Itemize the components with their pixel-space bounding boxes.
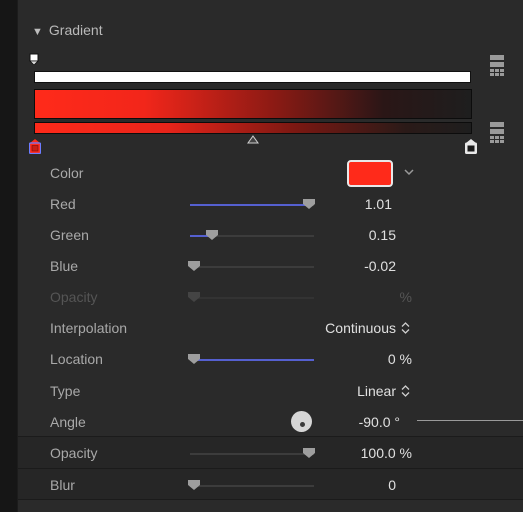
row-divider xyxy=(18,499,523,500)
angle-dial[interactable] xyxy=(291,411,312,432)
blur-row-band xyxy=(18,469,523,499)
location-label: Location xyxy=(50,351,103,367)
type-label: Type xyxy=(50,383,81,399)
green-label: Green xyxy=(50,227,89,243)
interpolation-popup[interactable]: Continuous xyxy=(286,320,396,336)
blur-slider-track[interactable] xyxy=(190,485,314,487)
color-stop-red-marker[interactable] xyxy=(29,139,41,154)
interpolation-label: Interpolation xyxy=(50,320,128,336)
blur-label: Blur xyxy=(50,477,75,493)
blur-value[interactable]: 0 xyxy=(348,477,396,493)
blue-slider-track[interactable] xyxy=(190,266,314,268)
row-divider xyxy=(18,436,523,437)
color-label: Color xyxy=(50,165,84,181)
opacity-label: Opacity xyxy=(50,445,98,461)
gradient-inspector-panel: ▼ Gradient Color Red 1.01 Green 0.15 Blu… xyxy=(17,0,523,512)
opacity-value[interactable]: 100.0 % xyxy=(318,445,412,461)
color-stop-black-marker[interactable] xyxy=(465,139,477,154)
opacity-stop-marker[interactable] xyxy=(29,53,39,65)
stop-opacity-value: % xyxy=(399,289,412,305)
green-value[interactable]: 0.15 xyxy=(318,227,396,243)
angle-label: Angle xyxy=(50,414,86,430)
color-swatch[interactable] xyxy=(347,160,393,187)
angle-value[interactable]: -90.0 ° xyxy=(328,414,400,430)
color-gradient-bar[interactable] xyxy=(34,122,472,134)
green-slider-thumb[interactable] xyxy=(206,230,218,240)
location-slider-thumb[interactable] xyxy=(188,354,200,364)
angle-keyframe-line xyxy=(417,420,523,421)
blue-label: Blue xyxy=(50,258,79,274)
red-slider-fill xyxy=(190,204,308,206)
red-slider-thumb[interactable] xyxy=(303,199,315,209)
red-label: Red xyxy=(50,196,76,212)
blur-slider-thumb[interactable] xyxy=(188,480,200,490)
up-down-arrows-icon[interactable] xyxy=(401,385,410,397)
opacity-slider-track[interactable] xyxy=(190,453,314,455)
blue-value[interactable]: -0.02 xyxy=(318,258,396,274)
gradient-preview xyxy=(34,89,472,119)
up-down-arrows-icon[interactable] xyxy=(401,322,410,334)
stop-opacity-label: Opacity xyxy=(50,289,98,305)
location-slider-fill xyxy=(194,359,314,361)
gradient-section-header[interactable]: ▼ Gradient xyxy=(32,22,103,38)
opacity-gradient-bar[interactable] xyxy=(34,71,471,83)
type-popup[interactable]: Linear xyxy=(318,383,396,399)
gradient-presets-icon[interactable] xyxy=(489,55,505,77)
blue-slider-thumb[interactable] xyxy=(188,261,200,271)
midpoint-marker[interactable] xyxy=(247,135,259,144)
stop-opacity-slider-track xyxy=(190,297,314,299)
gradient-options-icon[interactable] xyxy=(489,122,505,144)
opacity-slider-thumb[interactable] xyxy=(303,448,315,458)
section-title: Gradient xyxy=(48,22,103,38)
red-value[interactable]: 1.01 xyxy=(318,196,392,212)
stop-opacity-slider-thumb xyxy=(188,292,200,302)
location-value[interactable]: 0 % xyxy=(348,351,412,367)
chevron-down-icon[interactable] xyxy=(404,168,414,176)
disclosure-triangle-icon[interactable]: ▼ xyxy=(32,26,43,38)
